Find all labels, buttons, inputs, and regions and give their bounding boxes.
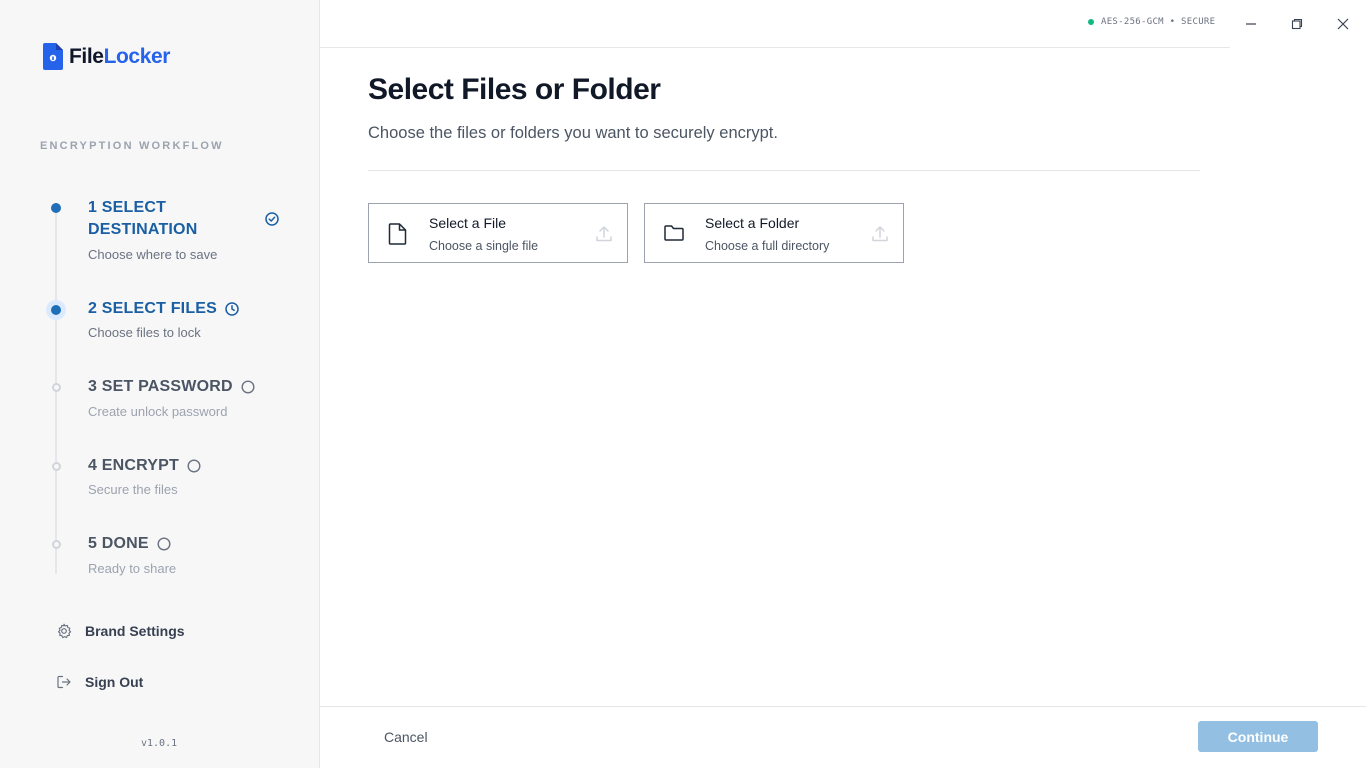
app-version: v1.0.1 xyxy=(141,738,178,749)
minimize-icon xyxy=(1246,23,1256,25)
step-title: 2 SELECT FILES xyxy=(88,300,218,317)
check-circle-icon xyxy=(265,212,279,226)
step-dot-pending xyxy=(52,462,61,471)
step-dot-active xyxy=(51,305,61,315)
select-file-title: Select a File xyxy=(429,215,507,231)
sidebar: FileLocker ENCRYPTION WORKFLOW 1 SELECT … xyxy=(0,0,320,768)
security-status-text: AES-256-GCM • SECURE xyxy=(1101,17,1216,27)
header-divider xyxy=(320,47,1230,48)
brand-settings-link[interactable]: Brand Settings xyxy=(56,623,185,639)
app-name-part1: File xyxy=(69,44,104,68)
select-file-subtitle: Choose a single file xyxy=(429,239,539,253)
workflow-section-label: ENCRYPTION WORKFLOW xyxy=(40,140,224,152)
clock-icon xyxy=(225,302,239,316)
step-subtitle: Secure the files xyxy=(88,482,178,497)
step-dot-pending xyxy=(52,383,61,392)
sign-out-icon xyxy=(57,675,71,689)
page-title: Select Files or Folder xyxy=(368,73,661,106)
cancel-button[interactable]: Cancel xyxy=(384,729,428,745)
upload-icon xyxy=(872,226,888,242)
continue-button[interactable]: Continue xyxy=(1198,721,1318,752)
close-icon xyxy=(1337,18,1349,30)
step-set-password[interactable]: 3 SET PASSWORD Create unlock password xyxy=(0,376,320,426)
step-select-destination[interactable]: 1 SELECT DESTINATION Choose where to sav… xyxy=(0,197,320,267)
step-title-row: 2 SELECT FILES xyxy=(88,298,239,320)
page-description: Choose the files or folders you want to … xyxy=(368,124,778,142)
app-name: FileLocker xyxy=(69,45,170,69)
step-dot-pending xyxy=(52,540,61,549)
select-file-button[interactable]: Select a File Choose a single file xyxy=(368,203,628,263)
file-lock-logo-icon xyxy=(43,43,63,70)
empty-circle-icon xyxy=(157,537,171,551)
close-button[interactable] xyxy=(1331,12,1355,36)
file-icon xyxy=(388,223,407,245)
restore-icon xyxy=(1291,18,1303,30)
empty-circle-icon xyxy=(187,459,201,473)
app-name-part2: Locker xyxy=(103,44,171,68)
restore-button[interactable] xyxy=(1285,12,1309,36)
step-title-row: 5 DONE xyxy=(88,533,171,555)
step-title: 5 DONE xyxy=(88,535,149,552)
step-title-row: 1 SELECT DESTINATION xyxy=(88,197,197,241)
step-title-line2: DESTINATION xyxy=(88,221,198,238)
step-title: 4 ENCRYPT xyxy=(88,457,180,474)
step-subtitle: Create unlock password xyxy=(88,404,228,419)
secure-status-dot xyxy=(1088,19,1094,25)
select-folder-button[interactable]: Select a Folder Choose a full directory xyxy=(644,203,904,263)
upload-icon xyxy=(596,226,612,242)
brand-settings-label: Brand Settings xyxy=(85,623,185,639)
select-folder-subtitle: Choose a full directory xyxy=(705,239,830,253)
content-divider xyxy=(368,170,1200,171)
app-window: FileLocker ENCRYPTION WORKFLOW 1 SELECT … xyxy=(0,0,1366,768)
folder-icon xyxy=(664,225,684,241)
app-logo: FileLocker xyxy=(43,43,170,70)
minimize-button[interactable] xyxy=(1239,12,1263,36)
security-status: AES-256-GCM • SECURE xyxy=(1088,17,1215,27)
gear-icon xyxy=(57,623,72,639)
empty-circle-icon xyxy=(241,380,255,394)
step-title-row: 3 SET PASSWORD xyxy=(88,376,255,398)
sign-out-label: Sign Out xyxy=(85,674,144,690)
step-title-row: 4 ENCRYPT xyxy=(88,455,201,477)
sign-out-link[interactable]: Sign Out xyxy=(56,674,143,690)
select-folder-title: Select a Folder xyxy=(705,215,800,231)
step-title-line1: 1 SELECT xyxy=(88,199,167,216)
step-subtitle: Ready to share xyxy=(88,561,177,576)
step-done[interactable]: 5 DONE Ready to share xyxy=(0,533,320,583)
step-select-files[interactable]: 2 SELECT FILES Choose files to lock xyxy=(0,298,320,348)
step-encrypt[interactable]: 4 ENCRYPT Secure the files xyxy=(0,455,320,505)
step-dot-completed xyxy=(51,203,61,213)
step-title: 3 SET PASSWORD xyxy=(88,378,233,395)
footer-divider xyxy=(320,706,1366,707)
step-title: 1 SELECT DESTINATION xyxy=(88,197,197,241)
step-subtitle: Choose where to save xyxy=(88,247,218,262)
step-subtitle: Choose files to lock xyxy=(88,325,201,340)
